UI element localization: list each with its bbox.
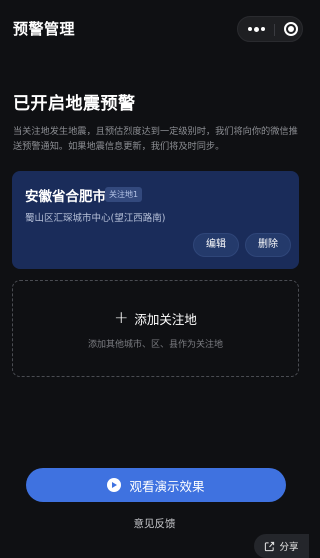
delete-button[interactable]: 删除 (245, 233, 291, 257)
add-location-box[interactable]: + 添加关注地 添加其他城市、区、县作为关注地 (12, 280, 299, 377)
more-icon[interactable] (238, 17, 274, 41)
share-button[interactable]: 分享 (254, 534, 309, 558)
watch-demo-button[interactable]: 观看演示效果 (26, 468, 286, 502)
add-location-row: + 添加关注地 (13, 309, 298, 328)
location-card: 安徽省合肥市 关注地1 蜀山区汇琛城市中心(望江西路南) 编辑 删除 (12, 171, 299, 269)
plus-icon: + (114, 308, 129, 328)
mini-program-capsule (237, 16, 303, 42)
page-title: 预警管理 (13, 20, 76, 38)
capsule-divider (274, 24, 275, 36)
close-circle-icon[interactable] (284, 22, 298, 36)
share-icon (265, 541, 275, 551)
location-city: 安徽省合肥市 (25, 189, 106, 205)
play-icon (107, 478, 122, 492)
watch-demo-label: 观看演示效果 (129, 478, 205, 494)
share-label: 分享 (279, 542, 299, 553)
add-location-subtitle: 添加其他城市、区、县作为关注地 (87, 340, 223, 350)
description-text: 当关注地发生地震，且预估烈度达到一定级别时，我们将向你的微信推送预警通知。如果地… (13, 126, 298, 152)
feedback-link[interactable]: 意见反馈 (0, 516, 309, 531)
status-heading: 已开启地震预警 (13, 94, 136, 114)
navbar: 预警管理 (0, 0, 309, 56)
add-location-label: 添加关注地 (134, 312, 197, 327)
edit-button[interactable]: 编辑 (193, 233, 239, 257)
location-address: 蜀山区汇琛城市中心(望江西路南) (25, 213, 166, 224)
location-tag: 关注地1 (105, 187, 143, 202)
